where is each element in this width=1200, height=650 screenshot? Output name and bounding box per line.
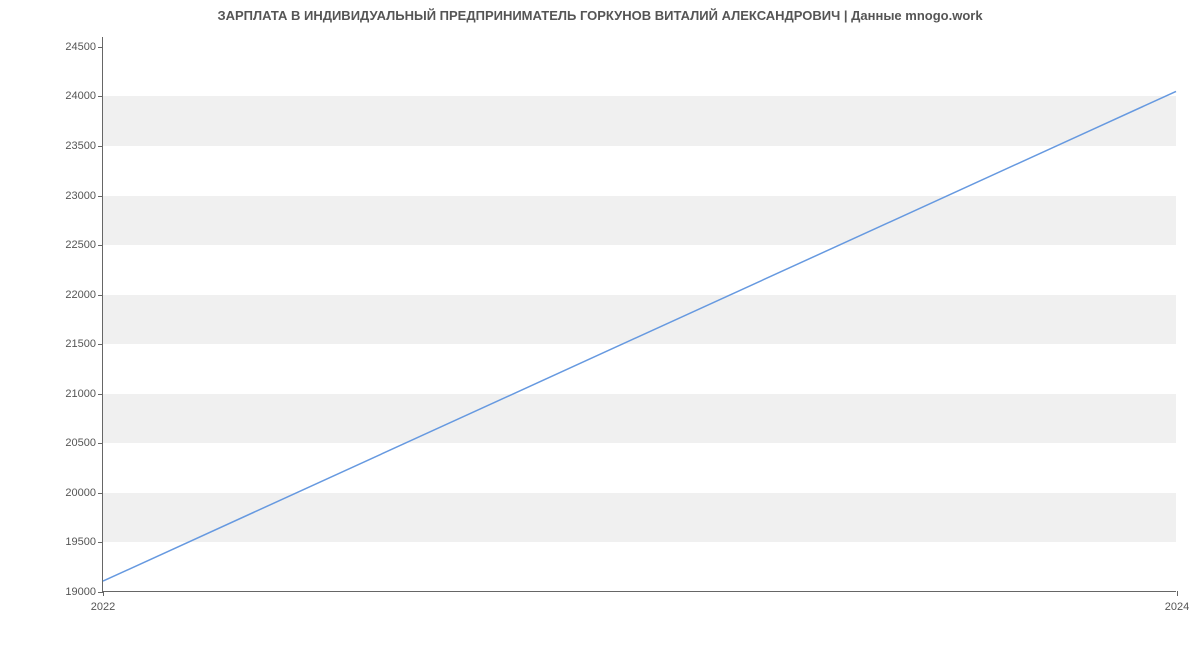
chart-container: 20222024 1900019500200002050021000215002… xyxy=(78,32,1176,602)
chart-title: ЗАРПЛАТА В ИНДИВИДУАЛЬНЫЙ ПРЕДПРИНИМАТЕЛ… xyxy=(0,0,1200,23)
y-tick-mark xyxy=(98,245,103,246)
y-tick-label: 20000 xyxy=(65,487,96,499)
y-tick-label: 24500 xyxy=(65,41,96,53)
y-tick-label: 21000 xyxy=(65,388,96,400)
y-tick-label: 19000 xyxy=(65,586,96,598)
line-svg xyxy=(103,37,1176,591)
y-tick-mark xyxy=(98,96,103,97)
x-tick-label: 2024 xyxy=(1165,601,1189,613)
x-tick-mark xyxy=(103,591,104,596)
x-tick-mark xyxy=(1177,591,1178,596)
y-tick-mark xyxy=(98,344,103,345)
y-tick-label: 22000 xyxy=(65,289,96,301)
y-tick-label: 19500 xyxy=(65,536,96,548)
y-tick-label: 20500 xyxy=(65,437,96,449)
y-tick-label: 21500 xyxy=(65,338,96,350)
y-tick-mark xyxy=(98,47,103,48)
y-tick-label: 23000 xyxy=(65,190,96,202)
plot-area: 20222024 xyxy=(102,37,1176,592)
y-tick-mark xyxy=(98,443,103,444)
y-tick-label: 22500 xyxy=(65,239,96,251)
y-tick-mark xyxy=(98,295,103,296)
x-tick-label: 2022 xyxy=(91,601,115,613)
y-tick-label: 23500 xyxy=(65,140,96,152)
y-tick-mark xyxy=(98,493,103,494)
data-line xyxy=(103,91,1176,581)
y-tick-mark xyxy=(98,146,103,147)
y-tick-mark xyxy=(98,542,103,543)
y-tick-label: 24000 xyxy=(65,90,96,102)
y-tick-mark xyxy=(98,394,103,395)
y-tick-mark xyxy=(98,196,103,197)
